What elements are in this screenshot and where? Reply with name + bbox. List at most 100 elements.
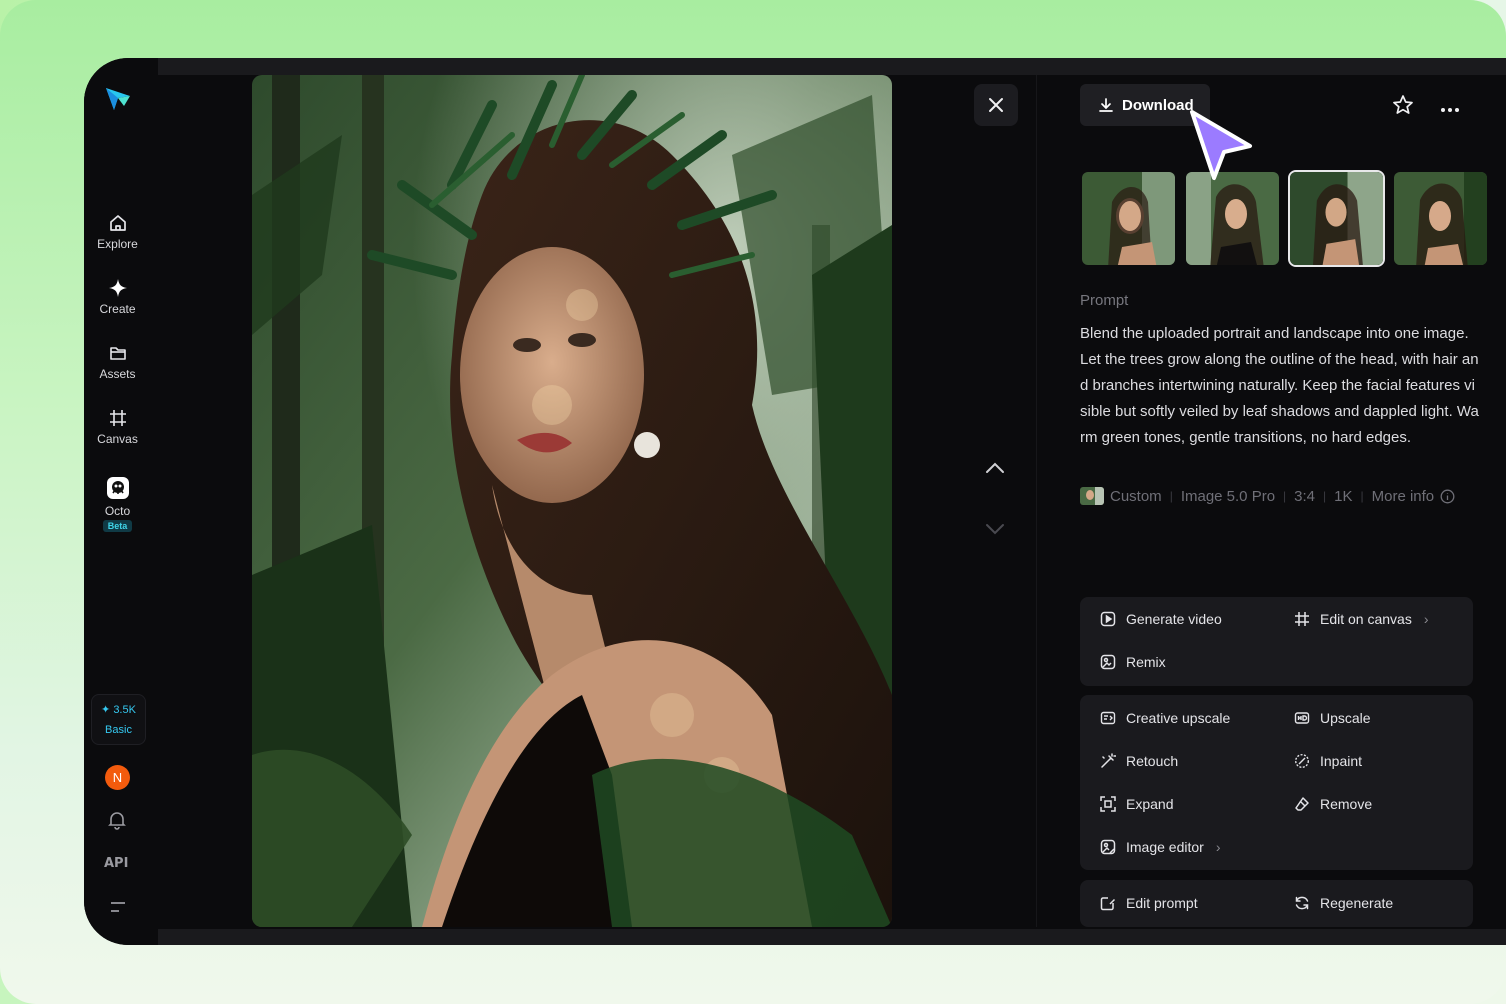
meta-resolution: 1K — [1334, 487, 1353, 505]
bottom-strip — [158, 929, 1506, 945]
favorite-button[interactable] — [1392, 94, 1414, 121]
sidebar-item-label: Explore — [97, 237, 138, 251]
magic-wand-icon — [1101, 753, 1116, 768]
regenerate-button[interactable]: Regenerate — [1294, 895, 1393, 911]
expand-button[interactable]: Expand — [1100, 796, 1173, 812]
prompt-text: Blend the uploaded portrait and landscap… — [1080, 325, 1479, 446]
edit-prompt-button[interactable]: Edit prompt — [1100, 895, 1198, 911]
meta-separator: | — [1360, 489, 1364, 503]
prompt-label: Prompt — [1080, 292, 1129, 309]
thumbnail[interactable] — [1080, 170, 1177, 267]
chevron-right-icon: › — [1215, 839, 1221, 855]
action-label: Upscale — [1320, 710, 1371, 726]
action-label: Retouch — [1126, 753, 1179, 769]
retouch-button[interactable]: Retouch — [1100, 753, 1178, 769]
action-group-prompt: Edit prompt Regenerate — [1080, 880, 1473, 927]
chevron-up-icon — [986, 462, 1004, 473]
action-label: Creative upscale — [1126, 710, 1231, 726]
meta-style[interactable]: Custom — [1110, 488, 1162, 505]
download-icon — [1099, 98, 1113, 112]
more-icon — [1441, 108, 1459, 112]
home-icon — [109, 215, 126, 231]
sidebar-item-label: Create — [99, 302, 136, 316]
close-icon — [989, 98, 1003, 112]
main-image[interactable] — [252, 75, 892, 927]
action-label: Edit prompt — [1126, 895, 1198, 911]
action-label: Inpaint — [1320, 753, 1363, 769]
star-icon — [1393, 95, 1413, 114]
inpaint-icon — [1294, 753, 1310, 769]
creative-upscale-button[interactable]: Creative upscale — [1100, 710, 1230, 726]
action-label: Generate video — [1126, 611, 1222, 627]
thumbnail[interactable] — [1392, 170, 1489, 267]
meta-separator: | — [1169, 489, 1173, 503]
menu-icon[interactable] — [110, 900, 126, 919]
generate-video-button[interactable]: Generate video — [1100, 611, 1222, 627]
remix-button[interactable]: Remix — [1100, 654, 1166, 670]
action-label: Edit on canvas — [1320, 611, 1412, 627]
notification-bell-icon[interactable] — [108, 810, 126, 835]
folder-icon — [109, 347, 126, 360]
meta-ratio: 3:4 — [1294, 487, 1316, 505]
meta-model: Image 5.0 Pro — [1180, 487, 1276, 505]
edit-icon — [1100, 897, 1116, 911]
credits-widget[interactable]: ✦ 3.5K Basic — [91, 694, 146, 745]
app-window: Explore Create Assets Canvas Octo Beta ✦… — [84, 58, 1506, 945]
next-image-button[interactable] — [984, 522, 1006, 541]
avatar[interactable]: N — [105, 765, 130, 790]
sidebar-item-assets[interactable]: Assets — [84, 343, 151, 381]
credits-amount: ✦ 3.5K — [92, 703, 145, 716]
sparkle-icon — [108, 279, 127, 297]
meta-separator: | — [1323, 489, 1327, 503]
app-logo[interactable] — [104, 84, 132, 112]
action-group-create: Generate video Edit on canvas › Remix — [1080, 597, 1473, 686]
mouse-cursor-icon — [1188, 108, 1254, 187]
eraser-icon — [1295, 797, 1309, 811]
generation-meta: Custom | Image 5.0 Pro | 3:4 | 1K | More… — [1080, 487, 1455, 505]
expand-icon — [1100, 796, 1116, 812]
octo-icon — [106, 477, 129, 499]
thumbnail-selected[interactable] — [1288, 170, 1385, 267]
chevron-down-icon — [986, 524, 1004, 535]
canvas-icon — [1295, 612, 1309, 626]
video-icon — [1100, 611, 1116, 627]
plan-label: Basic — [105, 724, 132, 736]
hd-icon — [1294, 712, 1310, 724]
close-button[interactable] — [974, 84, 1018, 126]
style-thumbnail — [1080, 487, 1104, 505]
action-label: Image editor — [1126, 839, 1204, 855]
sidebar-item-label: Canvas — [97, 432, 138, 446]
variation-thumbnails — [1080, 170, 1489, 267]
sidebar-item-create[interactable]: Create — [84, 278, 151, 316]
remix-icon — [1100, 654, 1116, 670]
action-label: Expand — [1126, 796, 1174, 812]
api-link[interactable]: API — [104, 856, 128, 871]
canvas-icon — [109, 410, 126, 426]
image-editor-button[interactable]: Image editor › — [1100, 839, 1221, 855]
download-label: Download — [1122, 96, 1194, 114]
sidebar-item-label: Assets — [99, 367, 136, 381]
creative-upscale-icon — [1100, 711, 1116, 725]
beta-badge: Beta — [102, 520, 133, 532]
remove-button[interactable]: Remove — [1294, 796, 1372, 812]
more-options-button[interactable] — [1440, 100, 1460, 118]
panel-divider — [1036, 75, 1037, 927]
inpaint-button[interactable]: Inpaint — [1294, 753, 1362, 769]
sparkle-icon: ✦ — [101, 704, 111, 716]
sidebar-item-octo[interactable]: Octo Beta — [84, 476, 151, 532]
sidebar-item-label: Octo — [104, 504, 131, 518]
previous-image-button[interactable] — [984, 461, 1006, 480]
top-strip — [158, 58, 1506, 75]
refresh-icon — [1295, 896, 1309, 910]
credits-value: 3.5K — [113, 704, 136, 716]
sidebar-item-canvas[interactable]: Canvas — [84, 408, 151, 446]
sidebar-item-explore[interactable]: Explore — [84, 213, 151, 251]
action-group-edit: Creative upscale Upscale Retouch Inpaint… — [1080, 695, 1473, 870]
image-editor-icon — [1100, 839, 1116, 855]
action-label: Remix — [1126, 654, 1166, 670]
info-icon[interactable] — [1440, 489, 1455, 504]
more-info-link[interactable]: More info — [1372, 488, 1435, 505]
sidebar: Explore Create Assets Canvas Octo Beta ✦… — [84, 58, 158, 945]
upscale-button[interactable]: Upscale — [1294, 710, 1371, 726]
edit-on-canvas-button[interactable]: Edit on canvas › — [1294, 611, 1429, 627]
